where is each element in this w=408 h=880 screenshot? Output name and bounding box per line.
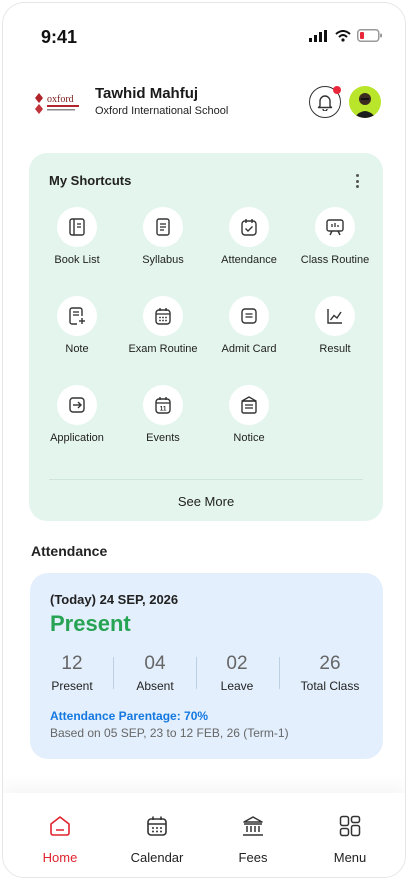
shortcut-events[interactable]: 11 Events [120, 385, 206, 455]
svg-text:11: 11 [160, 406, 167, 413]
attendance-icon [241, 219, 257, 236]
see-more-button[interactable]: See More [29, 494, 383, 509]
shortcut-application[interactable]: Application [34, 385, 120, 455]
syllabus-icon [156, 218, 170, 236]
stat-divider [113, 657, 114, 689]
school-logo: oxford [31, 89, 83, 117]
shortcut-label: Class Routine [300, 254, 370, 266]
attendance-status: Present [50, 611, 131, 636]
shortcut-book-list[interactable]: Book List [34, 207, 120, 277]
attendance-percentage: Attendance Parentage: 70% [50, 709, 209, 723]
result-chart-icon [327, 309, 342, 324]
status-icons [309, 29, 383, 42]
shortcut-class-routine[interactable]: Class Routine [292, 207, 378, 277]
divider [49, 479, 363, 480]
nav-label: Menu [333, 850, 367, 865]
nav-home[interactable]: Home [20, 813, 100, 865]
shortcut-admit-card[interactable]: Admit Card [206, 296, 292, 366]
avatar[interactable] [349, 86, 381, 118]
shortcut-syllabus[interactable]: Syllabus [120, 207, 206, 277]
attendance-heading: Attendance [31, 543, 108, 559]
stat-value: 02 [226, 653, 248, 674]
menu-grid-icon [339, 815, 361, 837]
nav-menu[interactable]: Menu [310, 813, 390, 865]
nav-label: Fees [238, 850, 268, 865]
stat-leave: 02 Leave [197, 653, 277, 693]
school-name: Oxford International School [95, 105, 229, 117]
stat-label: Leave [220, 679, 254, 693]
shortcut-label: Result [319, 343, 351, 355]
nav-label: Home [42, 850, 78, 865]
shortcut-label: Attendance [221, 254, 277, 266]
nav-calendar[interactable]: Calendar [117, 813, 197, 865]
more-options-icon[interactable] [355, 174, 359, 188]
notice-icon [241, 396, 257, 414]
profile-header: oxford Tawhid Mahfuj Oxford Internationa… [31, 83, 381, 123]
nav-label: Calendar [130, 850, 184, 865]
status-bar: 9:41 [3, 25, 405, 51]
home-icon [50, 816, 70, 836]
stat-value: 12 [61, 653, 83, 674]
stat-label: Total Class [300, 679, 360, 693]
wifi-icon [335, 29, 351, 42]
fees-bank-icon [243, 816, 263, 836]
cellular-signal-icon [309, 29, 327, 42]
exam-routine-icon [155, 308, 171, 325]
admit-card-icon [241, 308, 257, 324]
stat-value: 26 [319, 653, 341, 674]
bottom-nav: Home Calendar Fees Menu [3, 793, 405, 877]
notification-dot [333, 86, 341, 94]
calendar-icon [147, 816, 167, 836]
shortcut-label: Events [146, 432, 180, 444]
application-icon [69, 397, 85, 413]
attendance-card[interactable]: (Today) 24 SEP, 2026 Present 12 Present … [30, 573, 383, 759]
note-icon [69, 307, 85, 325]
phone-frame: 9:41 oxford Tawhid Mahfuj Oxford Interna… [2, 2, 406, 878]
stat-label: Absent [136, 679, 174, 693]
shortcut-exam-routine[interactable]: Exam Routine [120, 296, 206, 366]
shortcut-label: Book List [54, 254, 100, 266]
shortcut-label: Notice [233, 432, 265, 444]
shortcut-result[interactable]: Result [292, 296, 378, 366]
shortcut-note[interactable]: Note [34, 296, 120, 366]
user-name: Tawhid Mahfuj [95, 85, 199, 102]
class-routine-icon [326, 219, 344, 236]
attendance-date: (Today) 24 SEP, 2026 [50, 592, 179, 607]
shortcut-attendance[interactable]: Attendance [206, 207, 292, 277]
nav-fees[interactable]: Fees [213, 813, 293, 865]
shortcut-label: Syllabus [142, 254, 184, 266]
stat-value: 04 [144, 653, 166, 674]
stat-divider [279, 657, 280, 689]
notification-button[interactable] [309, 86, 341, 118]
stat-absent: 04 Absent [115, 653, 195, 693]
shortcut-label: Admit Card [221, 343, 277, 355]
shortcut-label: Application [50, 432, 104, 444]
stat-total-class: 26 Total Class [290, 653, 370, 693]
bell-icon [317, 94, 333, 111]
stat-present: 12 Present [32, 653, 112, 693]
shortcut-label: Exam Routine [128, 343, 198, 355]
svg-text:oxford: oxford [47, 94, 74, 105]
attendance-stats: 12 Present 04 Absent 02 Leave 26 Total C… [30, 653, 383, 693]
shortcuts-title: My Shortcuts [49, 173, 132, 188]
shortcuts-card: My Shortcuts Book List Syllabus Attendan… [29, 153, 383, 521]
book-icon [69, 218, 85, 236]
shortcut-notice[interactable]: Notice [206, 385, 292, 455]
status-time: 9:41 [41, 27, 78, 47]
stat-label: Present [51, 679, 93, 693]
events-calendar-icon: 11 [155, 397, 171, 414]
battery-icon [357, 29, 382, 42]
attendance-term-note: Based on 05 SEP, 23 to 12 FEB, 26 (Term-… [50, 726, 289, 740]
shortcut-label: Note [65, 343, 89, 355]
